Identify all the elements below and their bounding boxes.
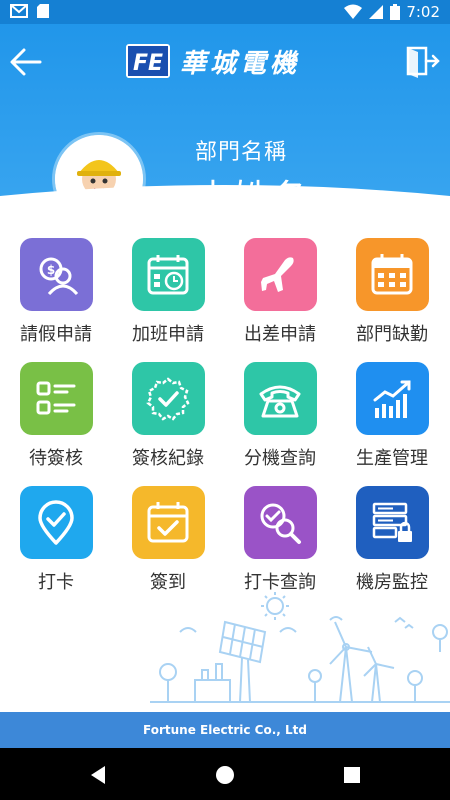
nav-back-button[interactable] (85, 762, 111, 788)
overtime-calendar-icon (131, 238, 205, 311)
svg-text:FE: FE (133, 51, 163, 76)
telephone-icon (243, 362, 317, 435)
battery-icon (390, 4, 401, 20)
back-button[interactable] (6, 42, 46, 82)
menu-item-label: 分機查詢 (244, 448, 316, 469)
menu-item-business-trip[interactable]: 出差申請 (224, 238, 336, 350)
footer: Fortune Electric Co., Ltd (0, 712, 450, 748)
approval-badge-icon (131, 362, 205, 435)
checklist-icon (19, 362, 93, 435)
footer-company-name: Fortune Electric Co., Ltd (143, 723, 307, 737)
server-lock-icon (355, 486, 429, 559)
menu-item-label: 簽到 (150, 572, 186, 593)
menu-item-label: 生產管理 (356, 448, 428, 469)
status-time: 7:02 (406, 3, 440, 21)
recents-square-icon (344, 767, 360, 783)
bar-chart-icon (355, 362, 429, 435)
mail-icon (10, 4, 28, 18)
leave-request-icon: $ (19, 238, 93, 311)
menu-item-label: 加班申請 (132, 324, 204, 345)
logout-button[interactable] (402, 42, 442, 82)
menu-item-leave-request[interactable]: $ 請假申請 (0, 238, 112, 350)
calendar-icon (355, 238, 429, 311)
department-name: 部門名稱 (195, 140, 288, 165)
menu-item-label: 待簽核 (29, 448, 83, 469)
nav-recents-button[interactable] (339, 762, 365, 788)
menu-item-dept-absence[interactable]: 部門缺勤 (336, 238, 448, 350)
menu-item-label: 打卡 (38, 572, 74, 593)
menu-item-pending-approval[interactable]: 待簽核 (0, 362, 112, 474)
exit-door-icon (406, 46, 440, 78)
company-name: 華城電機 (180, 48, 301, 79)
wifi-icon (344, 4, 363, 20)
home-circle-icon (216, 766, 234, 784)
green-energy-illustration (150, 592, 450, 703)
menu-item-overtime-request[interactable]: 加班申請 (112, 238, 224, 350)
menu-item-approval-history[interactable]: 簽核紀錄 (112, 362, 224, 474)
arrow-left-icon (10, 48, 42, 76)
status-bar: 7:02 (0, 0, 450, 24)
header-wave (0, 185, 450, 220)
back-triangle-icon (91, 766, 105, 784)
calendar-check-icon (131, 486, 205, 559)
svg-text:$: $ (47, 263, 55, 277)
menu-item-label: 部門缺勤 (356, 324, 428, 345)
menu-item-label: 打卡查詢 (244, 572, 316, 593)
menu-item-extension-lookup[interactable]: 分機查詢 (224, 362, 336, 474)
location-check-icon (19, 486, 93, 559)
search-check-icon (243, 486, 317, 559)
menu-item-label: 簽核紀錄 (132, 448, 204, 469)
menu-item-clock-in-lookup[interactable]: 打卡查詢 (224, 486, 336, 598)
fe-logo-icon: FE (126, 44, 170, 78)
sd-card-icon (36, 3, 50, 19)
menu-item-clock-in[interactable]: 打卡 (0, 486, 112, 598)
menu-item-label: 請假申請 (20, 324, 92, 345)
menu-item-sign-in[interactable]: 簽到 (112, 486, 224, 598)
cellular-icon (368, 4, 384, 20)
menu-item-label: 出差申請 (244, 324, 316, 345)
menu-item-production-mgmt[interactable]: 生產管理 (336, 362, 448, 474)
menu-item-server-room-monitor[interactable]: 機房監控 (336, 486, 448, 598)
nav-home-button[interactable] (212, 762, 238, 788)
menu-item-label: 機房監控 (356, 572, 428, 593)
company-logo: FE 華城電機 (126, 42, 300, 80)
system-nav-bar (0, 748, 450, 800)
profile-header: FE 華城電機 部門名稱 中姓名 (0, 24, 450, 220)
airplane-icon (243, 238, 317, 311)
